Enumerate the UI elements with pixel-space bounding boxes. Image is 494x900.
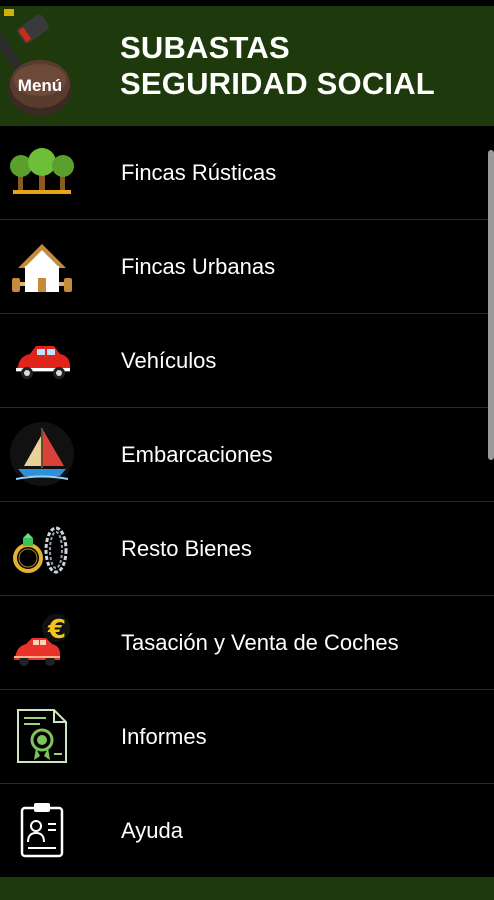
help-clipboard-icon (10, 798, 74, 862)
menu-item-tasacion[interactable]: € Tasación y Venta de Coches (0, 596, 494, 690)
menu-item-label: Embarcaciones (121, 442, 273, 467)
svg-text:€: € (47, 615, 66, 645)
menu-item-ayuda[interactable]: Ayuda (0, 784, 494, 878)
menu-item-label: Ayuda (121, 818, 183, 843)
menu-item-fincas-rusticas[interactable]: Fincas Rústicas (0, 126, 494, 220)
menu-item-informes[interactable]: Informes (0, 690, 494, 784)
app-header: Menú SUBASTAS SEGURIDAD SOCIAL (0, 6, 494, 126)
menu-item-label: Resto Bienes (121, 536, 252, 561)
trees-icon (10, 140, 74, 204)
menu-item-vehiculos[interactable]: Vehículos (0, 314, 494, 408)
app-title: SUBASTAS SEGURIDAD SOCIAL (120, 30, 435, 101)
menu-item-label: Fincas Urbanas (121, 254, 276, 279)
menu-item-embarcaciones[interactable]: Embarcaciones (0, 408, 494, 502)
gavel-icon (0, 9, 72, 116)
bottom-bar (0, 877, 494, 900)
sailboat-icon (10, 422, 74, 486)
menu-item-fincas-urbanas[interactable]: Fincas Urbanas (0, 220, 494, 314)
menu-item-label: Informes (121, 724, 207, 749)
scrollbar[interactable] (488, 150, 494, 460)
house-icon (10, 234, 74, 298)
car-euro-icon: € (10, 610, 74, 674)
menu-label: Menú (17, 76, 63, 95)
menu-item-resto-bienes[interactable]: Resto Bienes (0, 502, 494, 596)
menu-item-label: Fincas Rústicas (121, 160, 277, 185)
certificate-icon (10, 704, 74, 768)
menu-button[interactable]: Menú (0, 6, 84, 126)
menu-item-label: Vehículos (121, 348, 217, 373)
car-icon (10, 328, 74, 392)
jewelry-icon (10, 516, 74, 580)
menu-list: Fincas Rústicas Fincas Urbanas Vehículos… (0, 126, 494, 878)
menu-item-label: Tasación y Venta de Coches (121, 630, 399, 655)
